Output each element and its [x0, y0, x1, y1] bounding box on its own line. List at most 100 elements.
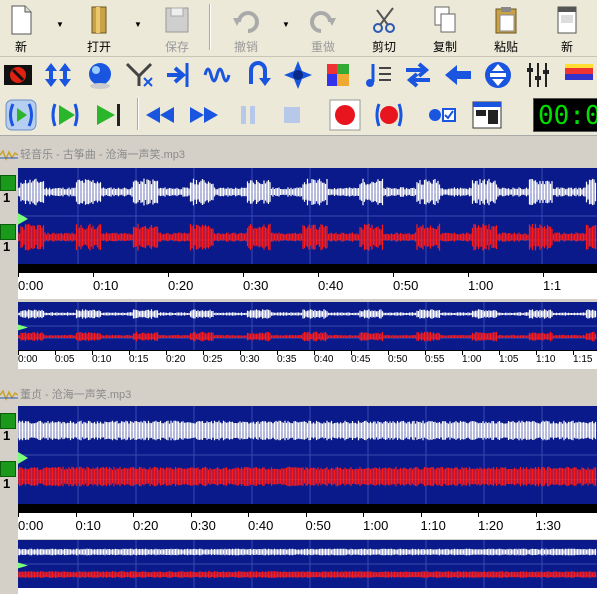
toolbar-separator	[209, 4, 211, 50]
copy-button[interactable]: 复制	[418, 2, 472, 54]
ruler-tick-mark	[305, 513, 307, 517]
ruler-tick-mark	[573, 351, 574, 355]
channel-marker	[18, 452, 28, 464]
fast-forward-icon[interactable]	[187, 98, 221, 132]
overview-ruler: 0:00 0:05 0:10 0:15 0:20 0:25 0:30 0:35 0:40 0:45…	[18, 350, 597, 369]
rewind-icon[interactable]	[143, 98, 177, 132]
copy-icon	[434, 6, 456, 33]
insert-icon[interactable]	[163, 60, 193, 90]
ruler-tick-label: 1:1	[543, 278, 562, 293]
waveform-canvas[interactable]	[18, 406, 597, 504]
ruler-tick-label: 1:30	[535, 518, 561, 533]
ruler-tick-mark	[393, 273, 394, 277]
new-dropdown-arrow[interactable]: ▼	[56, 20, 64, 29]
mixer-window-icon[interactable]	[470, 98, 504, 132]
ruler-tick-label: 0:25	[203, 354, 223, 365]
time-ruler: 0:00 0:10 0:20 0:30 0:40 0:50 1:00 1:1	[18, 272, 597, 299]
ruler-tick-mark	[351, 351, 352, 355]
open-label: 打开	[86, 40, 111, 54]
ruler-tick-label: 1:15	[573, 354, 593, 365]
ruler-tick-label: 0:15	[129, 354, 149, 365]
overview-canvas[interactable]	[18, 302, 597, 350]
undo-icon	[233, 11, 259, 33]
pause-icon[interactable]	[231, 98, 265, 132]
cut-label: 剪切	[371, 40, 396, 54]
redo-button[interactable]: 重做	[296, 2, 350, 54]
ruler-tick-mark	[535, 513, 537, 517]
ruler-tick-label: 0:20	[166, 354, 186, 365]
ruler-tick-mark	[166, 351, 167, 355]
ruler-tick-label: 0:45	[351, 354, 371, 365]
stop-icon[interactable]	[275, 98, 309, 132]
channel-enable-checkbox[interactable]	[0, 175, 16, 191]
record-selection-icon[interactable]	[372, 98, 406, 132]
amplify-icon[interactable]	[43, 60, 73, 90]
new-file-button[interactable]: 新	[0, 2, 48, 54]
channel-marker	[18, 324, 28, 331]
ruler-tick-label: 0:20	[168, 278, 194, 293]
reverse-icon[interactable]	[243, 60, 273, 90]
record-settings-icon[interactable]	[424, 98, 458, 132]
scissors-icon	[373, 7, 395, 33]
silence-icon[interactable]	[124, 60, 154, 90]
play-to-end-icon[interactable]	[92, 98, 126, 132]
ruler-tick-mark	[190, 513, 192, 517]
overview-canvas[interactable]	[18, 540, 597, 588]
time-ruler: 0:00 0:10 0:20 0:30 0:40 0:50 1:00 1:10 1:20 1:30	[18, 512, 597, 539]
ruler-tick-label: 0:35	[277, 354, 297, 365]
undo-button[interactable]: 撤销	[219, 2, 273, 54]
ruler-tick-mark	[420, 513, 422, 517]
ruler-tick-label: 0:10	[92, 354, 112, 365]
save-icon	[165, 7, 189, 33]
ruler-tick-label: 1:10	[536, 354, 556, 365]
open-button[interactable]: 打开	[72, 2, 126, 54]
transport-separator	[137, 98, 139, 130]
no-sign-icon[interactable]	[3, 60, 33, 90]
equalizer-icon[interactable]	[523, 60, 553, 90]
channel-enable-checkbox[interactable]	[0, 413, 16, 429]
ruler-tick-label: 0:10	[75, 518, 101, 533]
select-all-icon[interactable]	[4, 98, 38, 132]
mix-icon[interactable]	[323, 60, 353, 90]
ruler-tick-mark	[129, 351, 130, 355]
normalize-icon[interactable]	[85, 60, 115, 90]
undo-dropdown-arrow[interactable]: ▼	[282, 20, 290, 29]
paste-button[interactable]: 粘贴	[479, 2, 533, 54]
overview-waveform[interactable]	[18, 302, 597, 350]
ruler-tick-label: 1:20	[478, 518, 504, 533]
new-window-button[interactable]: 新	[540, 2, 594, 54]
new-window-label: 新	[560, 40, 573, 54]
new-file-label: 新	[14, 40, 27, 54]
ruler-tick-label: 1:05	[499, 354, 519, 365]
record-icon[interactable]	[328, 98, 362, 132]
ruler-tick-mark	[468, 273, 469, 277]
arrow-left-icon[interactable]	[443, 60, 473, 90]
star-effect-icon[interactable]	[283, 60, 313, 90]
waveform-tag-icon	[0, 389, 18, 402]
paste-label: 粘贴	[493, 40, 518, 54]
ruler-tick-mark	[240, 351, 241, 355]
wave-effect-icon[interactable]	[203, 60, 233, 90]
play-selection-icon[interactable]	[48, 98, 82, 132]
ruler-tick-mark	[425, 351, 426, 355]
swap-channels-icon[interactable]	[403, 60, 433, 90]
channel-enable-checkbox[interactable]	[0, 461, 16, 477]
channel-enable-checkbox[interactable]	[0, 224, 16, 240]
cut-button[interactable]: 剪切	[357, 2, 411, 54]
spectrum-icon[interactable]	[563, 60, 593, 90]
waveform-view[interactable]	[18, 168, 597, 264]
overview-waveform[interactable]	[18, 540, 597, 588]
ruler-tick-mark	[75, 513, 77, 517]
ruler-tick-mark	[93, 273, 94, 277]
ruler-tick-label: 0:30	[190, 518, 216, 533]
save-button[interactable]: 保存	[150, 2, 204, 54]
ruler-tick-label: 0:55	[425, 354, 445, 365]
ruler-tick-mark	[168, 273, 169, 277]
track-title-bar: 董贞 - 沧海一声笑.mp3	[0, 386, 597, 404]
music-note-icon[interactable]	[363, 60, 393, 90]
expand-vertical-icon[interactable]	[483, 60, 513, 90]
waveform-view[interactable]	[18, 406, 597, 504]
waveform-canvas[interactable]	[18, 168, 597, 264]
open-dropdown-arrow[interactable]: ▼	[134, 20, 142, 29]
undo-label: 撤销	[233, 40, 258, 54]
